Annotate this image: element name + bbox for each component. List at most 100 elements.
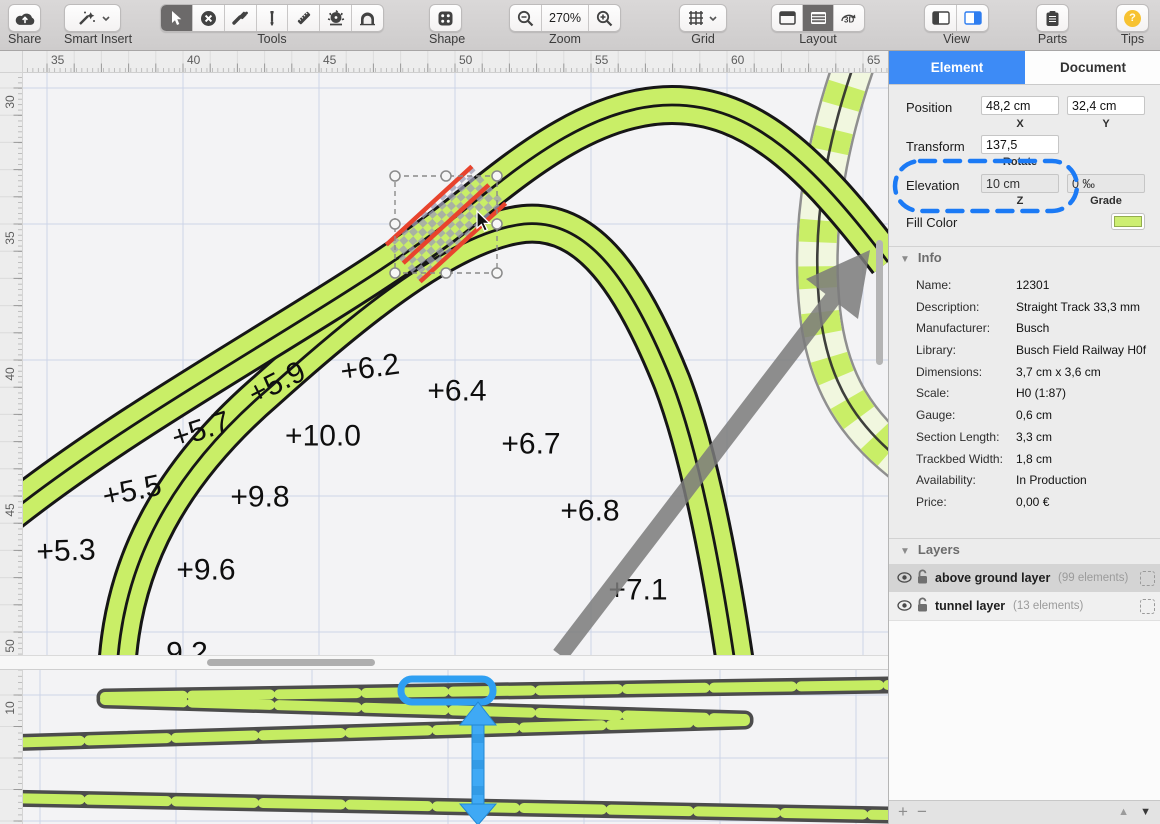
smart-insert-button[interactable] — [65, 5, 120, 31]
view-left-sidebar-button[interactable] — [925, 5, 957, 31]
tips-button[interactable]: ? — [1117, 5, 1148, 31]
horizontal-scrollbar-thumb[interactable] — [207, 659, 375, 666]
elevation-z-field[interactable] — [981, 174, 1059, 193]
measure-tool-button[interactable] — [288, 5, 320, 31]
info-value: 0,00 € — [1016, 492, 1049, 514]
layer-count: (13 elements) — [1013, 600, 1083, 612]
clipboard-icon — [1045, 10, 1060, 27]
info-table: Name:12301Description:Straight Track 33,… — [889, 275, 1160, 514]
layer-select-icon[interactable] — [1140, 599, 1155, 614]
eyedropper-tool-button[interactable] — [257, 5, 289, 31]
info-label: Trackbed Width: — [916, 449, 1003, 471]
eye-icon[interactable] — [897, 572, 912, 583]
rotate-caption: Rotate — [981, 156, 1059, 168]
parts-button[interactable] — [1037, 5, 1068, 31]
move-up-button[interactable]: ▲ — [1118, 806, 1129, 818]
paint-tool-button[interactable] — [225, 5, 257, 31]
ruler-icon — [295, 9, 313, 27]
zoom-value[interactable]: 270% — [542, 5, 589, 31]
svg-text:45: 45 — [323, 53, 337, 67]
inspector-panel: Element Document Position X Y Transform … — [888, 50, 1160, 824]
zoom-group: 270% Zoom — [509, 4, 621, 48]
grade-field[interactable] — [1067, 174, 1145, 193]
move-down-button[interactable]: ▼ — [1140, 806, 1151, 818]
tunnel-tool-button[interactable] — [352, 5, 383, 31]
position-y-field[interactable] — [1067, 96, 1145, 115]
cursor-arrow-icon — [170, 10, 183, 26]
svg-text:60: 60 — [731, 53, 745, 67]
layer-name: above ground layer — [935, 571, 1050, 585]
elevation-label: +9.8 — [230, 481, 289, 514]
fill-color-value — [1114, 216, 1142, 227]
shape-group: Shape — [429, 4, 462, 48]
svg-text:45: 45 — [3, 503, 17, 517]
eye-icon[interactable] — [897, 600, 912, 611]
grid-button[interactable] — [680, 5, 726, 31]
rows-icon — [810, 11, 827, 25]
elevation-label: +6.2 — [338, 348, 401, 389]
layers-header[interactable]: ▼Layers — [900, 542, 960, 557]
view-label: View — [924, 32, 989, 46]
share-button[interactable] — [9, 5, 40, 31]
elevation-label: 9.2 — [166, 637, 208, 656]
elevation-label: +6.8 — [560, 495, 619, 528]
info-label: Scale: — [916, 383, 949, 405]
info-label: Availability: — [916, 470, 976, 492]
shape-button[interactable] — [430, 5, 461, 31]
svg-text:40: 40 — [3, 367, 17, 381]
app-window: Share Smart Insert — [0, 0, 1160, 824]
zoom-out-button[interactable] — [510, 5, 542, 31]
parts-label: Parts — [1036, 32, 1069, 46]
layer-row-above-ground[interactable]: above ground layer (99 elements) — [889, 564, 1160, 592]
unlock-icon[interactable] — [916, 569, 929, 585]
elevation-label: +10.0 — [285, 420, 361, 453]
tab-document[interactable]: Document — [1025, 50, 1160, 84]
layout-list-button[interactable] — [803, 5, 834, 31]
layer-select-icon[interactable] — [1140, 571, 1155, 586]
svg-text:3D: 3D — [844, 16, 854, 25]
vertical-scrollbar-thumb[interactable] — [876, 240, 883, 365]
unlock-icon[interactable] — [916, 597, 929, 613]
question-icon: ? — [1124, 10, 1141, 27]
grid-icon — [688, 10, 704, 26]
zoom-in-button[interactable] — [589, 5, 620, 31]
elevation-label: +9.6 — [176, 554, 235, 587]
rotate-field[interactable] — [981, 135, 1059, 154]
add-layer-button[interactable]: + — [898, 802, 908, 822]
select-tool-button[interactable] — [161, 5, 193, 31]
info-value: 1,8 cm — [1016, 449, 1052, 471]
info-value: H0 (1:87) — [1016, 383, 1066, 405]
info-row: Library:Busch Field Railway H0f — [889, 340, 1160, 362]
position-x-field[interactable] — [981, 96, 1059, 115]
toolbar: Share Smart Insert — [0, 0, 1160, 51]
magic-wand-icon — [75, 9, 97, 27]
info-header[interactable]: ▼Info — [900, 250, 942, 265]
remove-layer-button[interactable]: − — [917, 802, 927, 822]
brush-icon — [231, 10, 249, 26]
right-panel-icon — [964, 11, 982, 25]
position-label: Position — [906, 100, 952, 115]
fill-color-swatch[interactable] — [1111, 213, 1145, 230]
delete-tool-button[interactable] — [193, 5, 225, 31]
x-circle-icon — [200, 10, 217, 27]
info-value: 3,7 cm x 3,6 cm — [1016, 362, 1101, 384]
grade-caption: Grade — [1067, 195, 1145, 207]
horizontal-scrollbar[interactable] — [0, 655, 888, 670]
layout-3d-button[interactable]: 3D — [834, 5, 864, 31]
view-right-sidebar-button[interactable] — [957, 5, 988, 31]
elevation-drag-arrow[interactable] — [460, 702, 496, 824]
info-label: Library: — [916, 340, 956, 362]
track-plan-canvas[interactable]: +5.9+6.2+6.4+5.7+10.0+6.7+5.5+9.8+5.3+9.… — [22, 72, 888, 655]
chevron-down-icon — [708, 15, 718, 22]
elevation-profile-canvas[interactable] — [22, 668, 888, 824]
info-label: Gauge: — [916, 405, 955, 427]
layer-row-tunnel[interactable]: tunnel layer (13 elements) — [889, 592, 1160, 620]
inspector-tabs: Element Document — [889, 50, 1160, 85]
layout-plan-button[interactable] — [772, 5, 803, 31]
svg-text:50: 50 — [459, 53, 473, 67]
info-row: Name:12301 — [889, 275, 1160, 297]
layout-label: Layout — [771, 32, 865, 46]
cut-tool-button[interactable] — [320, 5, 352, 31]
tab-element[interactable]: Element — [889, 50, 1025, 84]
profile-ruler: 10 — [0, 668, 23, 824]
